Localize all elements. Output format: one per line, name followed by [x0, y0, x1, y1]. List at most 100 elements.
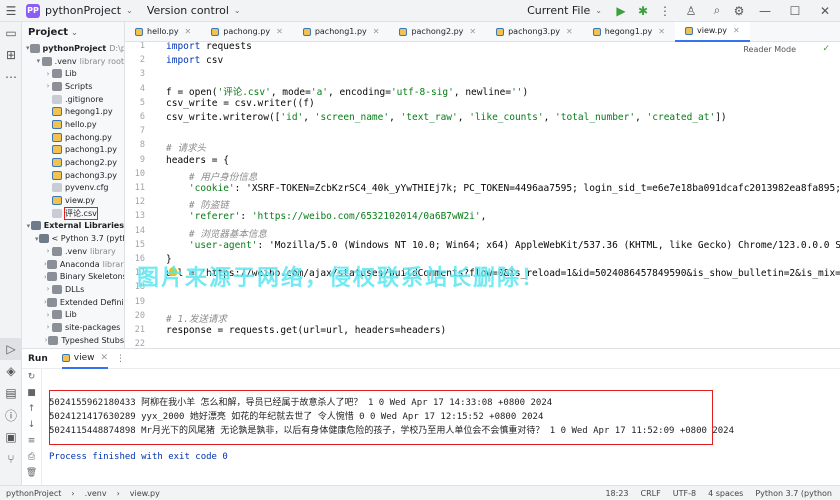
close-tab-icon[interactable]: ✕ — [276, 27, 283, 36]
code-line[interactable]: 'referer': 'https://weibo.com/6532102014… — [166, 211, 486, 222]
code-line[interactable]: f = open('评论.csv', mode='a', encoding='u… — [166, 84, 528, 98]
version-control-icon[interactable]: ⑂ — [0, 448, 22, 470]
tree-item[interactable]: ›Anacondalibrary — [22, 258, 124, 271]
editor-tab[interactable]: pachong2.py ✕ — [389, 22, 486, 42]
close-tab-icon[interactable]: ✕ — [185, 27, 192, 36]
expand-arrow-icon[interactable]: › — [44, 70, 52, 78]
soft-wrap-icon[interactable]: ≡ — [22, 433, 41, 449]
close-icon[interactable]: ✕ — [810, 0, 840, 22]
code-line[interactable]: headers = { — [166, 155, 229, 166]
maximize-icon[interactable]: ☐ — [780, 0, 810, 22]
tree-item[interactable]: › Typeshed Stubs — [22, 334, 124, 347]
tree-item[interactable]: 评论.csv — [22, 206, 124, 220]
run-tool-icon[interactable]: ▷ — [0, 338, 22, 360]
file-encoding[interactable]: UTF-8 — [673, 489, 696, 498]
project-badge[interactable]: PP — [26, 3, 40, 18]
code-line[interactable]: response = requests.get(url=url, headers… — [166, 325, 446, 336]
editor-tab[interactable]: pachong.py ✕ — [201, 22, 293, 42]
tree-item[interactable]: ▾ .venv library root — [22, 55, 124, 68]
rerun-icon[interactable]: ↻ — [22, 369, 41, 385]
tree-item[interactable]: ▾ External Libraries — [22, 220, 124, 233]
expand-arrow-icon[interactable]: ▾ — [26, 44, 30, 52]
python-console-icon[interactable]: ▤ — [0, 382, 22, 404]
debug-icon[interactable]: ✱ — [632, 0, 654, 22]
scroll-up-icon[interactable]: ↑ — [22, 401, 41, 417]
tree-item[interactable]: hegong1.py — [22, 105, 124, 118]
minimize-icon[interactable]: — — [750, 0, 780, 22]
terminal-icon[interactable]: ▣ — [0, 426, 22, 448]
code-line[interactable]: # 防盗链 — [166, 197, 229, 211]
version-control-menu[interactable]: Version control — [147, 4, 229, 17]
breadcrumb-item[interactable]: .venv — [85, 489, 107, 498]
settings-gear-icon[interactable]: ⚙ — [728, 0, 750, 22]
expand-arrow-icon[interactable]: › — [44, 323, 52, 331]
reader-mode-button[interactable]: Reader Mode — [743, 45, 796, 54]
tree-item[interactable]: pyvenv.cfg — [22, 182, 124, 195]
chevron-down-icon[interactable]: ⌄ — [595, 6, 602, 15]
main-menu-icon[interactable]: ☰ — [0, 0, 22, 22]
tree-item[interactable]: pachong3.py — [22, 169, 124, 182]
tree-item[interactable]: › .venv library — [22, 245, 124, 258]
more-actions-icon[interactable]: ⋮ — [654, 0, 676, 22]
expand-arrow-icon[interactable]: ▾ — [35, 57, 42, 65]
code-line[interactable]: import requests — [166, 42, 252, 52]
profile-icon[interactable]: ♙ — [676, 0, 706, 22]
trash-icon[interactable]: 🗑 — [22, 465, 41, 481]
close-tab-icon[interactable]: ✕ — [469, 27, 476, 36]
expand-arrow-icon[interactable]: ▾ — [35, 235, 39, 243]
chevron-down-icon[interactable]: ⌄ — [71, 28, 78, 37]
inspection-ok-icon[interactable]: ✓ — [822, 44, 830, 54]
tree-item[interactable]: pachong1.py — [22, 144, 124, 157]
expand-arrow-icon[interactable]: › — [44, 247, 52, 255]
project-panel-header[interactable]: Project ⌄ — [22, 22, 124, 42]
editor-tab[interactable]: pachong1.py ✕ — [293, 22, 390, 42]
run-config-tab[interactable]: view ✕ — [61, 349, 109, 369]
breadcrumb-item[interactable]: pythonProject — [6, 489, 61, 498]
tree-item[interactable]: › Binary Skeletons — [22, 270, 124, 283]
structure-icon[interactable]: ⊞ — [0, 44, 22, 66]
expand-arrow-icon[interactable]: › — [44, 82, 52, 90]
python-packages-icon[interactable]: ◈ — [0, 360, 22, 382]
editor-tab[interactable]: pachong3.py ✕ — [486, 22, 583, 42]
editor-tab[interactable]: hello.py ✕ — [125, 22, 201, 42]
tree-item[interactable]: › DLLs — [22, 283, 124, 296]
tree-item[interactable]: › Extended Definiti — [22, 296, 124, 309]
code-line[interactable]: # 浏览器基本信息 — [166, 226, 267, 240]
close-tab-icon[interactable]: ✕ — [658, 27, 665, 36]
project-view-icon[interactable]: ▭ — [0, 22, 22, 44]
code-line[interactable]: # 1.发送请求 — [166, 311, 227, 325]
scroll-down-icon[interactable]: ↓ — [22, 417, 41, 433]
code-line[interactable]: csv_write.writerow(['id', 'screen_name',… — [166, 112, 727, 123]
chevron-down-icon[interactable]: ⌄ — [126, 6, 133, 15]
breadcrumb-item[interactable]: view.py — [130, 489, 160, 498]
cursor-position[interactable]: 18:23 — [605, 489, 628, 498]
code-line[interactable]: # 请求头 — [166, 140, 206, 154]
tree-item[interactable]: .gitignore — [22, 93, 124, 106]
code-line[interactable]: 'cookie': 'XSRF-TOKEN=ZcbKzrSC4_40k_yYwT… — [166, 183, 840, 194]
tree-item[interactable]: pachong2.py — [22, 156, 124, 169]
close-tab-icon[interactable]: ✕ — [733, 26, 740, 35]
code-editor[interactable]: 1 2 3 4 5 6 7 8 9 10 11 12 13 14 15 16 17 18 19 20 21 22 impo… — [125, 42, 840, 348]
interpreter-select[interactable]: Python 3.7 (python — [755, 489, 832, 498]
tree-item[interactable]: ▾ < Python 3.7 (pytho — [22, 232, 124, 245]
tree-item[interactable]: › Lib — [22, 67, 124, 80]
print-icon[interactable]: ⎙ — [22, 449, 41, 465]
project-name[interactable]: pythonProject — [45, 4, 121, 17]
editor-tab[interactable]: view.py ✕ — [675, 21, 750, 42]
close-icon[interactable]: ✕ — [100, 353, 108, 363]
code-line[interactable]: import csv — [166, 55, 223, 66]
search-icon[interactable]: ⌕ — [706, 0, 728, 22]
expand-arrow-icon[interactable]: › — [44, 285, 52, 293]
problems-icon[interactable]: ⓘ — [0, 404, 22, 426]
expand-arrow-icon[interactable]: › — [44, 311, 52, 319]
tree-item[interactable]: view.py — [22, 194, 124, 207]
editor-tab[interactable]: hegong1.py ✕ — [583, 22, 675, 42]
chevron-down-icon[interactable]: ⌄ — [234, 6, 241, 15]
run-icon[interactable]: ▶ — [610, 0, 632, 22]
code-line[interactable]: csv_write = csv.writer((f) — [166, 98, 315, 109]
indent-setting[interactable]: 4 spaces — [708, 489, 743, 498]
run-config-select[interactable]: Current File — [527, 4, 590, 17]
stop-icon[interactable]: ■ — [22, 385, 41, 401]
code-line[interactable]: 'user-agent': 'Mozilla/5.0 (Windows NT 1… — [166, 240, 840, 251]
tree-item[interactable]: › site-packages — [22, 321, 124, 334]
